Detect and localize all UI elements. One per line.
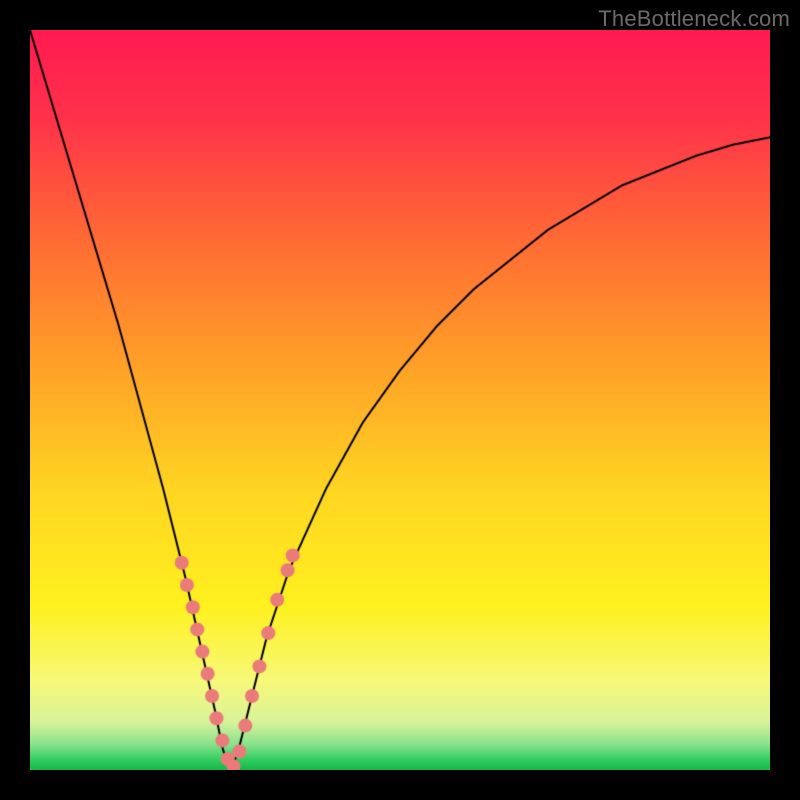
watermark-text: TheBottleneck.com (598, 6, 790, 32)
chart-frame: TheBottleneck.com (0, 0, 800, 800)
curve-canvas (30, 30, 770, 770)
plot-area (30, 30, 770, 770)
